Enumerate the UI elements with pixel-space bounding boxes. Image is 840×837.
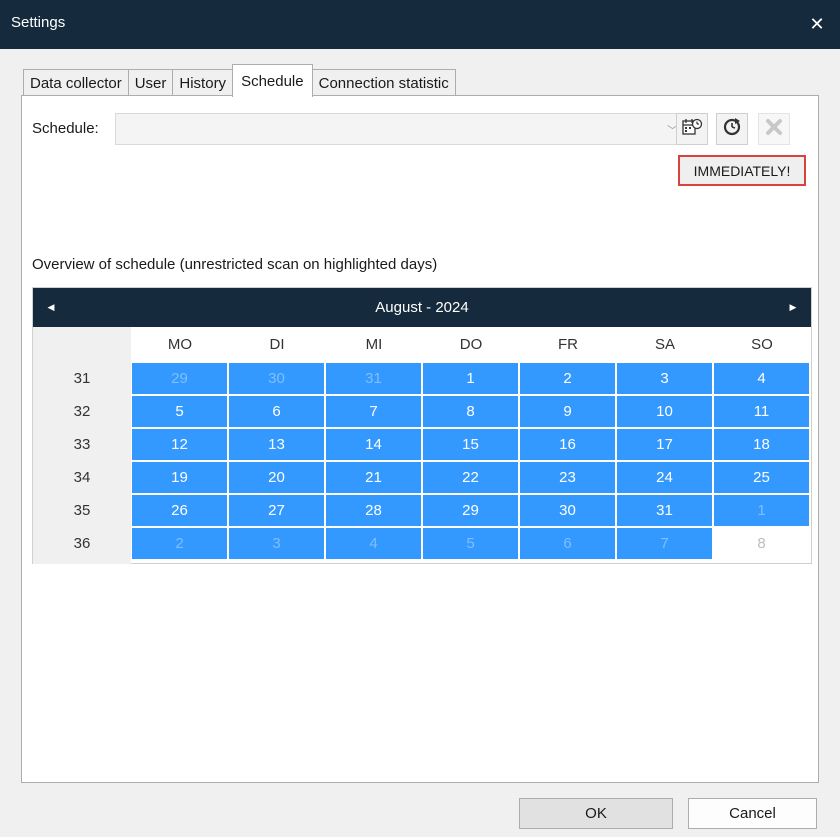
calendar-month-label[interactable]: August - 2024 (33, 299, 811, 316)
calendar-day[interactable]: 3 (617, 363, 712, 394)
delete-button[interactable] (758, 113, 790, 145)
calendar-day[interactable]: 27 (229, 495, 324, 526)
delete-icon (764, 117, 784, 141)
calendar-day[interactable]: 26 (132, 495, 227, 526)
week-number: 36 (73, 535, 91, 552)
week-number: 34 (73, 469, 91, 486)
tab-history[interactable]: History (172, 69, 234, 96)
calendar-day[interactable]: 7 (617, 528, 712, 559)
window-title: Settings (11, 14, 66, 31)
calendar-day[interactable]: 28 (326, 495, 421, 526)
calendar-day[interactable]: 2 (132, 528, 227, 559)
overview-label: Overview of schedule (unrestricted scan … (32, 256, 438, 273)
weekday-header: DO (459, 335, 483, 353)
weekday-header: FR (558, 335, 578, 353)
tab-strip: Data collector User History Schedule Connect… (23, 64, 456, 97)
schedule-refresh-button[interactable] (716, 113, 748, 145)
calendar-day[interactable]: 1 (423, 363, 518, 394)
calendar: ◀ August - 2024 ▶ MO DI MI DO FR SA SO 31 29 30 31… (32, 287, 812, 564)
calendar-day[interactable]: 16 (520, 429, 615, 460)
schedule-dropdown[interactable]: ﹀ (115, 113, 689, 145)
calendar-day[interactable]: 30 (520, 495, 615, 526)
tab-data-collector[interactable]: Data collector (23, 69, 129, 96)
weekday-header: MO (167, 335, 193, 353)
ok-button[interactable]: OK (519, 798, 673, 829)
tab-schedule[interactable]: Schedule (232, 64, 313, 97)
calendar-day[interactable]: 20 (229, 462, 324, 493)
calendar-day[interactable]: 5 (132, 396, 227, 427)
calendar-day[interactable]: 3 (229, 528, 324, 559)
cancel-button[interactable]: Cancel (688, 798, 817, 829)
calendar-day[interactable]: 29 (423, 495, 518, 526)
weekday-header: DI (269, 335, 285, 353)
tab-connection-statistic[interactable]: Connection statistic (311, 69, 456, 96)
title-bar: Settings ✕ (0, 0, 840, 49)
weekday-header: SA (654, 335, 675, 353)
calendar-day[interactable]: 12 (132, 429, 227, 460)
calendar-day[interactable]: 18 (714, 429, 809, 460)
next-month-icon[interactable]: ▶ (775, 288, 811, 327)
week-number: 35 (73, 502, 91, 519)
schedule-settings-icon (681, 116, 703, 142)
schedule-panel: Schedule: ﹀ IMMEDIATELY! Overview of sch… (21, 95, 819, 783)
calendar-day[interactable]: 6 (229, 396, 324, 427)
calendar-day[interactable]: 5 (423, 528, 518, 559)
tab-user[interactable]: User (127, 69, 174, 96)
week-number: 32 (73, 403, 91, 420)
close-icon[interactable]: ✕ (794, 0, 840, 49)
calendar-day[interactable]: 24 (617, 462, 712, 493)
calendar-day[interactable]: 9 (520, 396, 615, 427)
calendar-day[interactable]: 31 (326, 363, 421, 394)
calendar-day[interactable]: 15 (423, 429, 518, 460)
calendar-day[interactable]: 29 (132, 363, 227, 394)
calendar-day[interactable]: 10 (617, 396, 712, 427)
calendar-day[interactable]: 2 (520, 363, 615, 394)
calendar-day[interactable]: 31 (617, 495, 712, 526)
calendar-day[interactable]: 6 (520, 528, 615, 559)
schedule-refresh-icon (721, 116, 743, 142)
calendar-day[interactable]: 30 (229, 363, 324, 394)
calendar-day[interactable]: 1 (714, 495, 809, 526)
immediately-button[interactable]: IMMEDIATELY! (678, 155, 806, 186)
calendar-day[interactable]: 13 (229, 429, 324, 460)
calendar-day[interactable]: 4 (714, 363, 809, 394)
calendar-day[interactable]: 4 (326, 528, 421, 559)
calendar-header: ◀ August - 2024 ▶ (33, 288, 811, 327)
week-number: 33 (73, 436, 91, 453)
schedule-label: Schedule: (32, 120, 99, 137)
calendar-day[interactable]: 23 (520, 462, 615, 493)
calendar-day[interactable]: 22 (423, 462, 518, 493)
weekday-header: SO (751, 335, 773, 353)
calendar-day[interactable]: 14 (326, 429, 421, 460)
settings-dialog: Settings ✕ Data collector User History Sche… (0, 0, 840, 837)
calendar-day[interactable]: 11 (714, 396, 809, 427)
calendar-day[interactable]: 19 (132, 462, 227, 493)
calendar-day[interactable]: 8 (423, 396, 518, 427)
calendar-day[interactable]: 25 (714, 462, 809, 493)
calendar-day[interactable]: 17 (617, 429, 712, 460)
weekday-header: MI (365, 335, 383, 353)
schedule-settings-button[interactable] (676, 113, 708, 145)
week-number: 31 (73, 370, 91, 387)
calendar-day[interactable]: 8 (714, 528, 809, 559)
calendar-day[interactable]: 21 (326, 462, 421, 493)
calendar-day[interactable]: 7 (326, 396, 421, 427)
